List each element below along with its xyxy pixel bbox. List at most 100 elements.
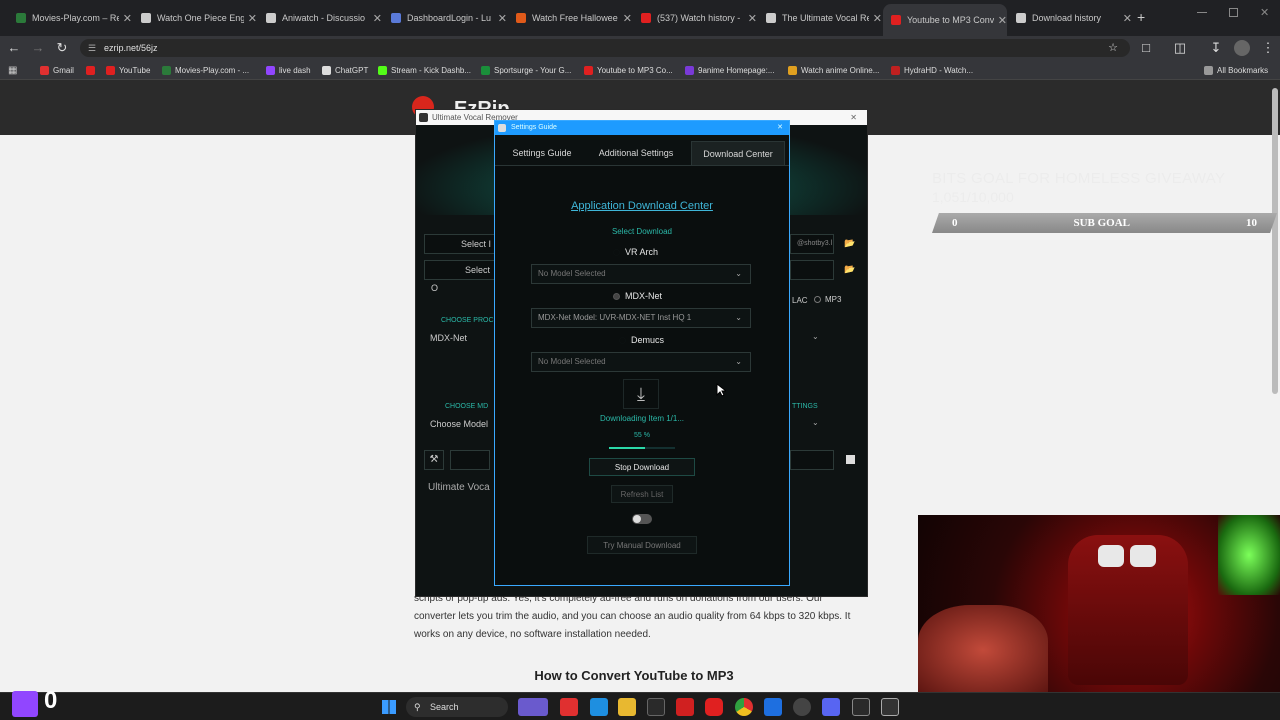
wrench-icon[interactable]: ⚒ — [424, 450, 444, 470]
close-icon[interactable]: ✕ — [998, 14, 1007, 27]
vr-arch-radio[interactable]: VR Arch — [613, 247, 658, 257]
vr-model-select[interactable]: No Model Selected ⌄ — [531, 264, 751, 284]
download-center-heading[interactable]: Application Download Center — [495, 200, 789, 212]
close-icon[interactable]: ✕ — [748, 12, 757, 25]
menu-icon[interactable]: ⋮ — [1256, 36, 1280, 60]
select-output-button[interactable]: Select O — [424, 260, 498, 293]
taskbar-app-icon[interactable] — [793, 698, 811, 716]
taskbar-widget-icon[interactable] — [518, 698, 548, 716]
bookmark-9anime[interactable]: 9anime Homepage:... — [685, 63, 775, 77]
demucs-radio[interactable]: Demucs — [619, 335, 664, 345]
close-icon[interactable]: ✕ — [623, 12, 632, 25]
windows-start-icon[interactable] — [382, 700, 396, 714]
close-icon[interactable]: ✕ — [873, 12, 882, 25]
apps-icon[interactable]: ▦ — [8, 63, 17, 77]
chevron-down-icon[interactable]: ⌄ — [812, 418, 819, 427]
close-icon[interactable]: ✕ — [123, 12, 132, 25]
tab-additional-settings[interactable]: Additional Settings — [587, 141, 685, 165]
dialog-title: Settings Guide — [511, 124, 557, 131]
browser-tab[interactable]: Aniwatch - Discussio ✕ — [258, 6, 382, 30]
bookmark-kick[interactable]: Stream - Kick Dashb... — [378, 63, 471, 77]
tab-favicon — [891, 15, 901, 25]
browser-tab[interactable]: The Ultimate Vocal Re ✕ — [758, 6, 882, 30]
sub-goal-bar: 0 SUB GOAL 10 — [932, 213, 1277, 233]
bookmark-star-icon[interactable]: ☆ — [1108, 39, 1118, 57]
browser-tab[interactable]: Download history ✕ — [1008, 6, 1132, 30]
all-bookmarks[interactable]: All Bookmarks — [1204, 63, 1268, 77]
extensions-icon[interactable]: □ — [1134, 36, 1158, 60]
input-path-field[interactable]: @shotby3.l — [790, 234, 834, 254]
site-info-icon[interactable]: ☰ — [88, 39, 96, 57]
stop-square-icon[interactable] — [846, 455, 855, 464]
folder-open-icon[interactable]: 📂 — [844, 238, 855, 249]
taskbar-search[interactable]: ⚲ Search — [406, 697, 508, 717]
browser-tab[interactable]: (537) Watch history - ✕ — [633, 6, 757, 30]
address-bar[interactable]: ☰ ezrip.net/56jz ☆ — [80, 39, 1130, 57]
model-select[interactable]: Choose Model — [424, 415, 496, 435]
taskbar-app-icon[interactable] — [560, 698, 578, 716]
new-tab-button[interactable]: + — [1137, 9, 1145, 25]
download-icon[interactable]: ⤓ — [623, 379, 659, 409]
forward-icon[interactable]: → — [26, 36, 50, 60]
bookmark-sportsurge[interactable]: Sportsurge - Your G... — [481, 63, 571, 77]
mp3-option[interactable]: MP3 — [814, 295, 841, 304]
close-icon[interactable]: ✕ — [248, 12, 257, 25]
taskbar-acrobat-icon[interactable] — [676, 698, 694, 716]
toggle-switch-icon[interactable] — [632, 514, 652, 524]
bookmark-watch-anime[interactable]: Watch anime Online... — [788, 63, 879, 77]
taskbar-uvr-icon[interactable] — [881, 698, 899, 716]
browser-tab[interactable]: Watch One Piece Eng ✕ — [133, 6, 257, 30]
taskbar-chrome-icon[interactable] — [735, 698, 753, 716]
process-method-select[interactable]: MDX-Net — [424, 329, 496, 349]
browser-tab-active[interactable]: Youtube to MP3 Conv ✕ — [883, 4, 1007, 36]
taskbar-app-icon[interactable] — [852, 698, 870, 716]
bookmark-youtube-icon-only[interactable] — [86, 63, 99, 77]
browser-tab[interactable]: Watch Free Hallowee ✕ — [508, 6, 632, 30]
bookmark-yt-mp3[interactable]: Youtube to MP3 Co... — [584, 63, 673, 77]
uvr-close-icon[interactable]: ✕ — [850, 110, 857, 125]
close-icon[interactable]: ✕ — [498, 12, 507, 25]
flac-option[interactable]: LAC — [792, 296, 808, 305]
minimize-icon[interactable] — [1197, 12, 1207, 13]
bookmark-youtube[interactable]: YouTube — [106, 63, 150, 77]
try-manual-download-button[interactable]: Try Manual Download — [587, 536, 697, 554]
dialog-close-icon[interactable]: ✕ — [777, 121, 783, 135]
tab-download-center[interactable]: Download Center — [691, 141, 785, 165]
stop-download-button[interactable]: Stop Download — [589, 458, 695, 476]
taskbar-discord-icon[interactable] — [822, 698, 840, 716]
browser-tab[interactable]: Movies-Play.com – Re ✕ — [8, 6, 132, 30]
window-close-icon[interactable]: ✕ — [1260, 6, 1269, 19]
close-icon[interactable]: ✕ — [373, 12, 382, 25]
browser-tab[interactable]: DashboardLogin - Lu ✕ — [383, 6, 507, 30]
bookmarks-bar: ▦ Gmail YouTube Movies-Play.com - ... li… — [0, 60, 1280, 80]
bookmark-movies-play[interactable]: Movies-Play.com - ... — [162, 63, 249, 77]
tab-settings-guide[interactable]: Settings Guide — [499, 141, 585, 165]
refresh-list-button[interactable]: Refresh List — [611, 485, 673, 503]
demucs-model-select[interactable]: No Model Selected ⌄ — [531, 352, 751, 372]
output-path-field[interactable] — [790, 260, 834, 280]
search-icon: ⚲ — [414, 702, 421, 712]
bookmark-hydrahd[interactable]: HydraHD - Watch... — [891, 63, 973, 77]
folder-open-icon[interactable]: 📂 — [844, 264, 855, 275]
sidebar-icon[interactable]: ◫ — [1168, 36, 1192, 60]
chevron-down-icon[interactable]: ⌄ — [812, 332, 819, 341]
taskbar-app-icon[interactable] — [647, 698, 665, 716]
select-input-button[interactable]: Select I — [424, 234, 498, 254]
taskbar-youtube-icon[interactable] — [705, 698, 723, 716]
maximize-icon[interactable] — [1229, 8, 1238, 17]
bookmark-live-dash[interactable]: live dash — [266, 63, 311, 77]
taskbar-app-icon[interactable] — [764, 698, 782, 716]
back-icon[interactable]: ← — [2, 36, 26, 60]
profile-avatar[interactable] — [1234, 40, 1250, 56]
reload-icon[interactable]: ↻ — [50, 36, 74, 60]
mdx-net-radio[interactable]: MDX-Net — [613, 291, 662, 301]
bookmark-chatgpt[interactable]: ChatGPT — [322, 63, 368, 77]
page-scrollbar[interactable] — [1272, 88, 1278, 394]
downloads-icon[interactable]: ↧ — [1204, 36, 1228, 60]
taskbar-explorer-icon[interactable] — [618, 698, 636, 716]
mdx-model-select[interactable]: MDX-Net Model: UVR-MDX-NET Inst HQ 1 ⌄ — [531, 308, 751, 328]
bookmark-gmail[interactable]: Gmail — [40, 63, 74, 77]
taskbar-edge-icon[interactable] — [590, 698, 608, 716]
tab-favicon — [766, 13, 776, 23]
close-icon[interactable]: ✕ — [1123, 12, 1132, 25]
